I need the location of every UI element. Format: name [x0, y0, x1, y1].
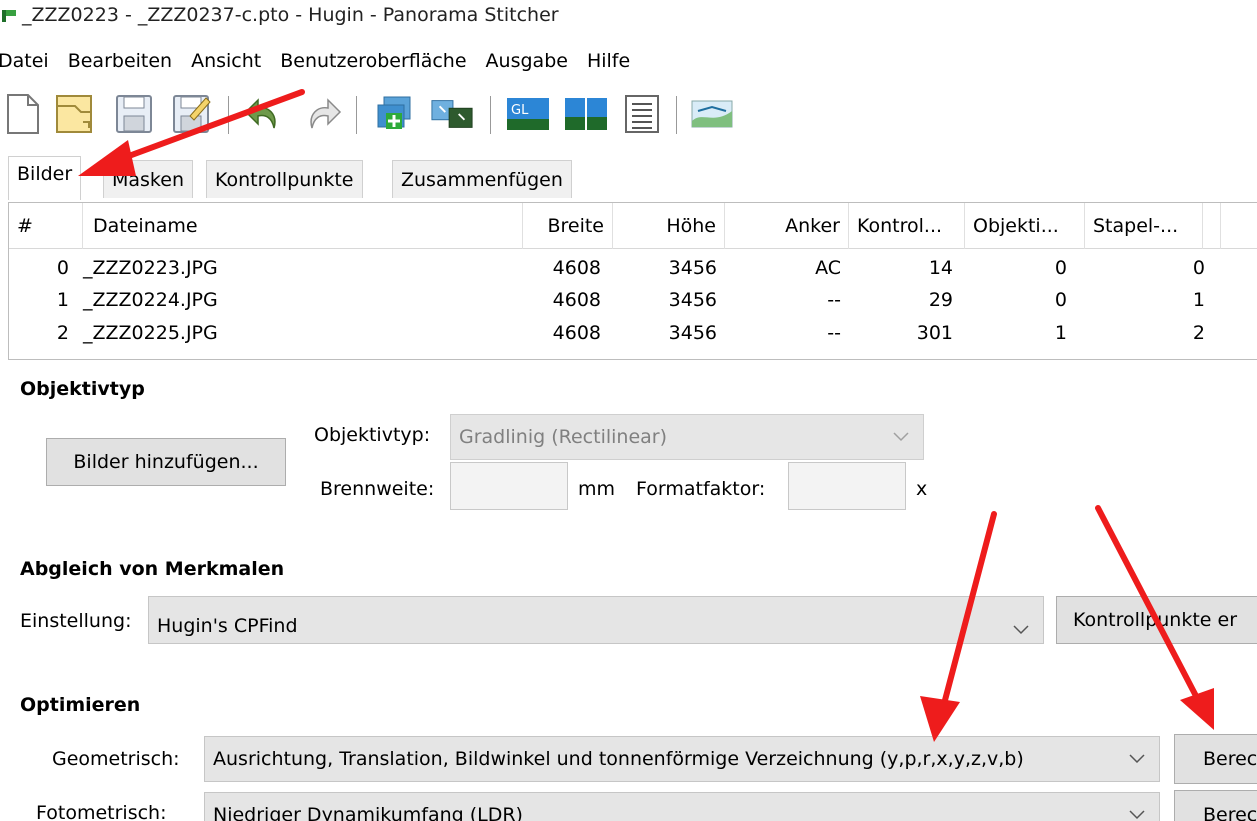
column-header-filename[interactable]: Dateiname	[83, 203, 523, 249]
cell-index: 0	[56, 257, 69, 279]
geometric-label: Geometrisch:	[52, 748, 180, 770]
lens-type-dropdown[interactable]: Gradlinig (Rectilinear)	[450, 414, 924, 460]
geometric-optimizer-dropdown[interactable]: Ausrichtung, Translation, Bildwinkel und…	[204, 736, 1160, 782]
table-row[interactable]: 0 _ZZZ0223.JPG 4608 3456 AC 14 0 0	[9, 251, 1257, 285]
crop-factor-label: Formatfaktor:	[636, 478, 766, 500]
open-file-icon[interactable]	[52, 92, 96, 136]
column-header-extra	[1203, 203, 1221, 249]
undo-icon[interactable]	[242, 92, 286, 136]
new-file-icon[interactable]	[0, 92, 44, 136]
window-title: _ZZZ0223 - _ZZZ0237-c.pto - Hugin - Pano…	[22, 4, 559, 26]
menu-ansicht[interactable]: Ansicht	[191, 48, 272, 78]
photometric-optimizer-dropdown[interactable]: Niedriger Dynamikumfang (LDR)	[204, 792, 1160, 821]
table-row[interactable]: 2 _ZZZ0225.JPG 4608 3456 -- 301 1 2	[9, 316, 1257, 350]
cell-stack: 1	[1192, 289, 1205, 311]
table-header: # Dateiname Breite Höhe Anker Kontrol...…	[9, 203, 1257, 249]
tab-bilder[interactable]: Bilder	[8, 156, 82, 200]
cell-index: 2	[56, 322, 69, 344]
focal-length-unit: mm	[578, 478, 616, 500]
column-header-width[interactable]: Breite	[523, 203, 613, 249]
crop-factor-unit: x	[916, 478, 928, 500]
gl-preview-icon[interactable]: GL	[506, 92, 550, 136]
cell-height: 3456	[668, 257, 717, 279]
setting-label: Einstellung:	[20, 610, 132, 632]
crop-factor-input[interactable]	[788, 462, 906, 510]
photometric-calculate-button[interactable]: Berec	[1174, 790, 1257, 821]
chevron-down-icon	[1013, 625, 1029, 635]
menu-bar: Datei Bearbeiten Ansicht Benutzeroberflä…	[0, 48, 649, 78]
lens-section-heading: Objektivtyp	[20, 378, 145, 400]
tab-kontrollpunkte[interactable]: Kontrollpunkte	[206, 160, 363, 198]
cell-width: 4608	[552, 289, 601, 311]
cell-width: 4608	[552, 257, 601, 279]
photometric-label: Fotometrisch:	[36, 802, 167, 821]
cell-control-points: 29	[928, 289, 953, 311]
menu-hilfe[interactable]: Hilfe	[587, 48, 641, 78]
cell-filename: _ZZZ0223.JPG	[83, 257, 218, 279]
optimize-heading: Optimieren	[20, 694, 141, 716]
lens-type-label: Objektivtyp:	[314, 424, 431, 446]
cell-height: 3456	[668, 322, 717, 344]
hugin-window: _ZZZ0223 - _ZZZ0237-c.pto - Hugin - Pano…	[0, 0, 1257, 821]
cell-control-points: 301	[916, 322, 953, 344]
cell-control-points: 14	[928, 257, 953, 279]
table-row[interactable]: 1 _ZZZ0224.JPG 4608 3456 -- 29 0 1	[9, 283, 1257, 317]
column-header-index[interactable]: #	[9, 203, 83, 249]
cell-lens: 0	[1054, 289, 1067, 311]
column-header-lens[interactable]: Objekti...	[965, 203, 1085, 249]
focal-length-input[interactable]	[450, 462, 568, 510]
cell-stack: 2	[1192, 322, 1205, 344]
column-header-anchor[interactable]: Anker	[725, 203, 849, 249]
chevron-down-icon	[1129, 810, 1145, 820]
create-control-points-icon[interactable]	[430, 92, 474, 136]
cell-filename: _ZZZ0224.JPG	[83, 289, 218, 311]
add-images-button[interactable]: Bilder hinzufügen...	[46, 438, 286, 486]
image-list-table[interactable]: # Dateiname Breite Höhe Anker Kontrol...…	[8, 202, 1257, 360]
menu-benutzeroberflaeche[interactable]: Benutzeroberfläche	[280, 48, 477, 78]
column-header-stack[interactable]: Stapel-...	[1085, 203, 1203, 249]
save-icon[interactable]	[112, 92, 156, 136]
toolbar: GL	[0, 90, 1257, 140]
cell-anchor: --	[827, 289, 841, 311]
create-control-points-button[interactable]: Kontrollpunkte er	[1056, 596, 1257, 644]
hugin-app-icon	[2, 10, 16, 22]
cell-lens: 1	[1054, 322, 1067, 344]
layout-icon[interactable]	[620, 92, 664, 136]
cp-detector-dropdown[interactable]: Hugin's CPFind	[148, 596, 1044, 644]
cell-height: 3456	[668, 289, 717, 311]
feature-matching-heading: Abgleich von Merkmalen	[20, 558, 285, 580]
chevron-down-icon	[893, 432, 909, 442]
cell-index: 1	[56, 289, 69, 311]
tab-zusammenfuegen[interactable]: Zusammenfügen	[392, 160, 572, 198]
menu-ausgabe[interactable]: Ausgabe	[486, 48, 579, 78]
tab-masken[interactable]: Masken	[103, 160, 193, 198]
cp-detector-value: Hugin's CPFind	[157, 615, 298, 637]
menu-bearbeiten[interactable]: Bearbeiten	[68, 48, 183, 78]
focal-length-label: Brennweite:	[320, 478, 435, 500]
cell-stack: 0	[1192, 257, 1205, 279]
menu-datei[interactable]: Datei	[0, 48, 60, 78]
add-images-icon[interactable]	[372, 92, 416, 136]
column-header-control-points[interactable]: Kontrol...	[849, 203, 965, 249]
redo-icon[interactable]	[300, 92, 344, 136]
save-as-icon[interactable]	[170, 92, 214, 136]
lens-type-value: Gradlinig (Rectilinear)	[459, 426, 667, 448]
stitch-panorama-icon[interactable]	[690, 92, 734, 136]
photometric-optimizer-value: Niedriger Dynamikumfang (LDR)	[213, 804, 523, 821]
cell-lens: 0	[1054, 257, 1067, 279]
fast-preview-icon[interactable]	[564, 92, 608, 136]
title-bar: _ZZZ0223 - _ZZZ0237-c.pto - Hugin - Pano…	[0, 0, 1257, 34]
geometric-optimizer-value: Ausrichtung, Translation, Bildwinkel und…	[213, 748, 1024, 770]
cell-anchor: AC	[815, 257, 841, 279]
column-header-height[interactable]: Höhe	[613, 203, 725, 249]
cell-filename: _ZZZ0225.JPG	[83, 322, 218, 344]
chevron-down-icon	[1129, 754, 1145, 764]
cell-width: 4608	[552, 322, 601, 344]
cell-anchor: --	[827, 322, 841, 344]
svg-text:GL: GL	[511, 103, 529, 118]
geometric-calculate-button[interactable]: Berec	[1174, 734, 1257, 784]
